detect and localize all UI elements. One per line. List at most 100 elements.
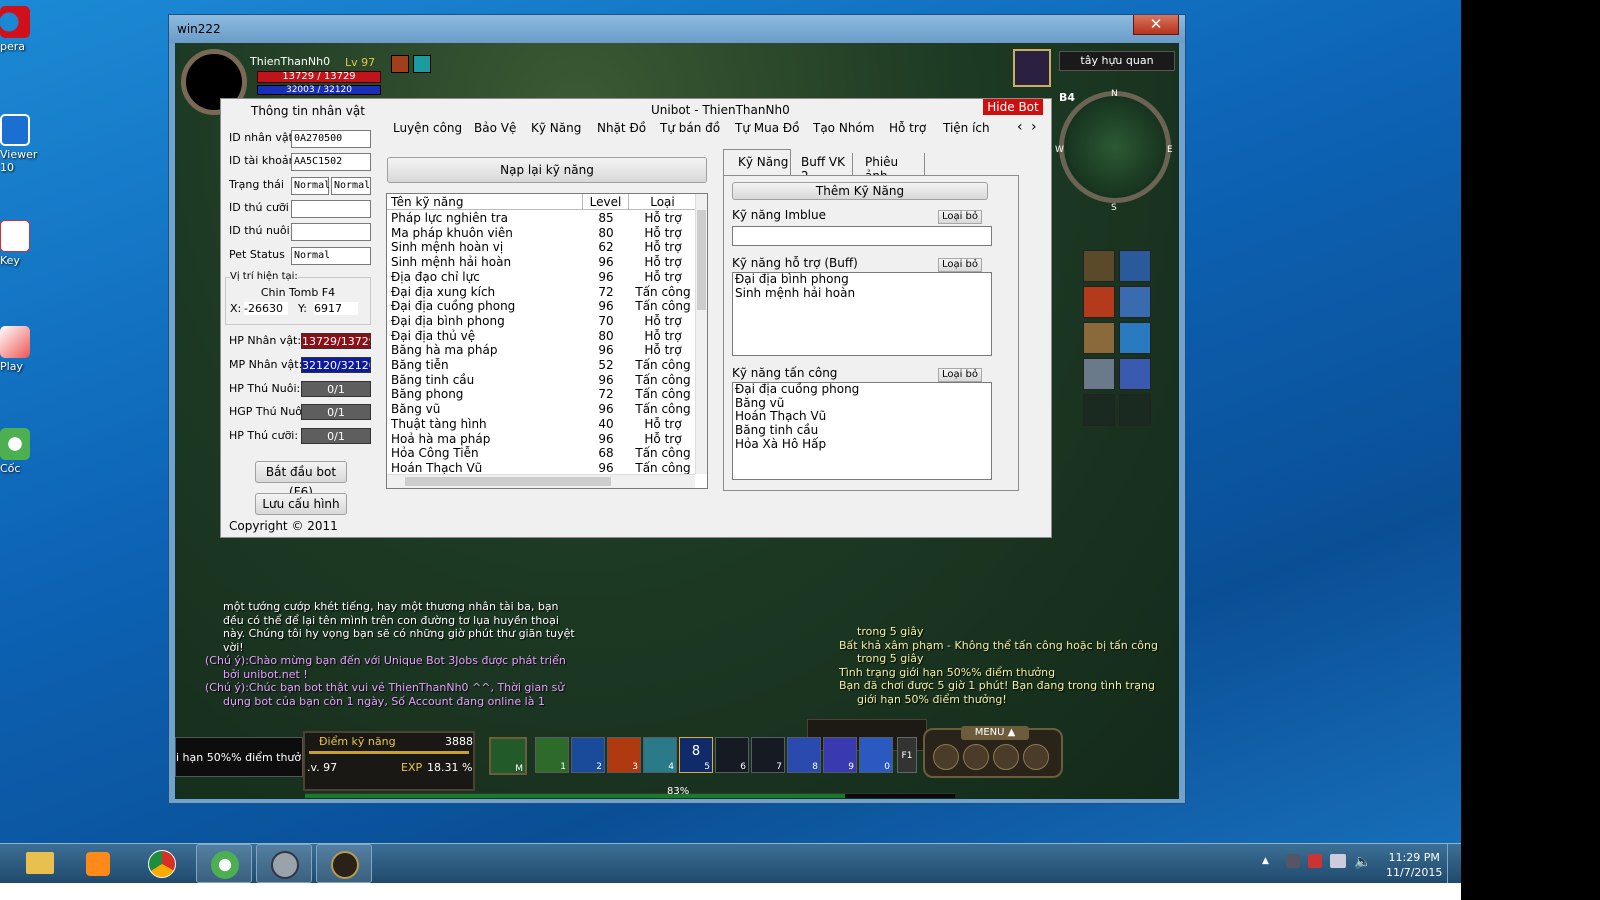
game-app-button[interactable] bbox=[316, 844, 372, 883]
tray-expand-icon[interactable]: ▲ bbox=[1262, 856, 1269, 866]
remove-imblue-button[interactable]: Loại bỏ bbox=[938, 210, 982, 224]
hotkey-slot[interactable]: 6 bbox=[715, 737, 749, 773]
mount-id-field[interactable] bbox=[291, 200, 371, 218]
menu-icon[interactable] bbox=[1023, 744, 1049, 770]
hscroll-thumb[interactable] bbox=[405, 477, 611, 486]
vscroll-thumb[interactable] bbox=[697, 210, 706, 310]
table-row[interactable]: Đại địa bình phong 70 Hỗ trợ bbox=[387, 314, 695, 329]
skill-slot[interactable] bbox=[1119, 250, 1151, 282]
clock[interactable]: 11:29 PM 11/7/2015 bbox=[1386, 850, 1442, 880]
column-header-level[interactable]: Level bbox=[583, 194, 629, 210]
pet-status-field[interactable]: Normal bbox=[291, 247, 371, 265]
table-row[interactable]: Đại địa cuồng phong 96 Tấn công bbox=[387, 299, 695, 314]
status-field[interactable]: Normal bbox=[291, 177, 330, 195]
skill-slot[interactable] bbox=[1083, 394, 1115, 426]
pet-id-field[interactable] bbox=[291, 223, 371, 241]
table-row[interactable]: Hỏa Công Tiễn 68 Tấn công bbox=[387, 446, 695, 461]
bot-app-button[interactable] bbox=[256, 844, 312, 883]
menu-icon[interactable] bbox=[963, 744, 989, 770]
table-row[interactable]: Băng tiễn 52 Tấn công bbox=[387, 358, 695, 373]
hotkey-slot[interactable]: 3 bbox=[607, 737, 641, 773]
close-button[interactable]: ✕ bbox=[1133, 15, 1179, 35]
list-item[interactable]: Hỏa Xà Hô Hấp bbox=[735, 437, 991, 452]
desktop-icon-opera[interactable]: pera bbox=[0, 6, 40, 53]
volume-icon[interactable]: 🔈 bbox=[1354, 854, 1371, 870]
tab-tien-ich[interactable]: Tiện ích bbox=[943, 121, 990, 135]
character-button[interactable]: M bbox=[489, 737, 527, 775]
menu-icon[interactable] bbox=[933, 744, 959, 770]
tab-tao-nhom[interactable]: Tạo Nhóm bbox=[813, 121, 874, 135]
table-row[interactable]: Pháp lực nghiên tra 85 Hỗ trợ bbox=[387, 211, 695, 226]
list-item[interactable]: Băng vũ bbox=[735, 396, 991, 411]
hotkey-slot[interactable]: 2 bbox=[571, 737, 605, 773]
account-id-field[interactable]: AA5C1502 bbox=[291, 153, 371, 171]
table-row[interactable]: Đại địa xung kích 72 Tấn công bbox=[387, 285, 695, 300]
title-bar[interactable]: win222 ✕ bbox=[169, 15, 1185, 43]
start-bot-button[interactable]: Bắt đầu bot (F6) bbox=[255, 461, 347, 499]
explorer-button[interactable] bbox=[12, 844, 66, 883]
skill-slot[interactable] bbox=[1119, 358, 1151, 390]
action-center-icon[interactable] bbox=[1308, 854, 1322, 868]
coccoc-button[interactable] bbox=[196, 844, 252, 883]
column-header-type[interactable]: Loại bbox=[629, 194, 697, 210]
hide-bot-button[interactable]: Hide Bot bbox=[983, 99, 1043, 115]
table-row[interactable]: Băng tinh cầu 96 Tấn công bbox=[387, 373, 695, 388]
skill-slot[interactable] bbox=[1119, 394, 1151, 426]
desktop-icon-teamviewer[interactable]: Viewer 10 bbox=[0, 114, 40, 174]
table-row[interactable]: Thuật tàng hình 40 Hỗ trợ bbox=[387, 417, 695, 432]
hotkey-slot[interactable]: 85 bbox=[679, 737, 713, 773]
imblue-list[interactable] bbox=[732, 226, 992, 246]
table-hscroll[interactable] bbox=[387, 474, 695, 488]
tab-ho-tro[interactable]: Hỗ trợ bbox=[889, 121, 926, 135]
tab-tu-mua-do[interactable]: Tự Mua Đồ bbox=[735, 121, 800, 135]
table-row[interactable]: Băng phong 72 Tấn công bbox=[387, 387, 695, 402]
tab-scroll-left[interactable]: ‹ bbox=[1017, 119, 1023, 135]
tray-app-icon[interactable] bbox=[1286, 854, 1300, 868]
table-vscroll[interactable] bbox=[695, 194, 707, 474]
reload-skills-button[interactable]: Nạp lại kỹ năng bbox=[387, 157, 707, 183]
list-item[interactable]: Hoán Thạch Vũ bbox=[735, 410, 991, 424]
remove-attack-button[interactable]: Loại bỏ bbox=[938, 368, 982, 382]
tab-luyen-cong[interactable]: Luyện công bbox=[393, 121, 462, 135]
desktop-icon-coccoc[interactable]: Cốc bbox=[0, 428, 40, 475]
tab-skills[interactable]: Kỹ Năng bbox=[723, 149, 791, 177]
hotkey-slot[interactable]: 8 bbox=[787, 737, 821, 773]
minimap[interactable]: B4 N S E W bbox=[1055, 83, 1177, 213]
skill-slot[interactable] bbox=[1083, 286, 1115, 318]
table-row[interactable]: Băng hà ma pháp 96 Hỗ trợ bbox=[387, 343, 695, 358]
buff-list[interactable]: Đại địa bình phong Sinh mệnh hải hoàn bbox=[732, 272, 992, 356]
list-item[interactable]: Đại địa cuồng phong bbox=[735, 382, 991, 397]
skill-slot[interactable] bbox=[1083, 322, 1115, 354]
add-skill-button[interactable]: Thêm Kỹ Năng bbox=[732, 182, 988, 200]
skill-slot[interactable] bbox=[1119, 322, 1151, 354]
tab-scroll-right[interactable]: › bbox=[1031, 119, 1037, 135]
char-id-field[interactable]: 0A270500 bbox=[291, 130, 371, 148]
hotkey-slot[interactable]: 0 bbox=[859, 737, 893, 773]
table-row[interactable]: Băng vũ 96 Tấn công bbox=[387, 402, 695, 417]
menu-icon[interactable] bbox=[993, 744, 1019, 770]
pet-portrait[interactable] bbox=[1013, 49, 1051, 87]
list-item[interactable]: Sinh mệnh hải hoàn bbox=[735, 286, 991, 301]
show-desktop-button[interactable] bbox=[1447, 844, 1461, 884]
tab-buff-vk2[interactable]: Buff VK 2 bbox=[795, 153, 853, 183]
list-item[interactable]: Đại địa bình phong bbox=[735, 272, 991, 287]
tab-tu-ban-do[interactable]: Tự bán đồ bbox=[660, 121, 720, 135]
remove-buff-button[interactable]: Loại bỏ bbox=[938, 258, 982, 272]
column-header-name[interactable]: Tên kỹ năng bbox=[387, 194, 583, 210]
list-item[interactable]: Băng tinh cầu bbox=[735, 423, 991, 438]
desktop-icon-unikey[interactable]: Key bbox=[0, 220, 40, 267]
attack-list[interactable]: Đại địa cuồng phong Băng vũ Hoán Thạch V… bbox=[732, 382, 992, 480]
table-row[interactable]: Đại địa thủ vệ 80 Hỗ trợ bbox=[387, 329, 695, 344]
hotkey-slot[interactable]: 7 bbox=[751, 737, 785, 773]
network-icon[interactable] bbox=[1330, 854, 1346, 868]
tab-bao-ve[interactable]: Bảo Vệ bbox=[474, 121, 516, 135]
table-row[interactable]: Sinh mệnh hoàn vị 62 Hỗ trợ bbox=[387, 240, 695, 255]
media-button[interactable] bbox=[70, 844, 126, 883]
hotkey-slot[interactable]: 4 bbox=[643, 737, 677, 773]
tab-nhat-do[interactable]: Nhặt Đồ bbox=[597, 121, 646, 135]
skill-slot[interactable] bbox=[1083, 358, 1115, 390]
hotkey-slot[interactable]: 1 bbox=[535, 737, 569, 773]
desktop-icon-play[interactable]: Play bbox=[0, 326, 40, 373]
hotkey-slot[interactable]: 9 bbox=[823, 737, 857, 773]
status-field-2[interactable]: Normal bbox=[331, 177, 371, 195]
